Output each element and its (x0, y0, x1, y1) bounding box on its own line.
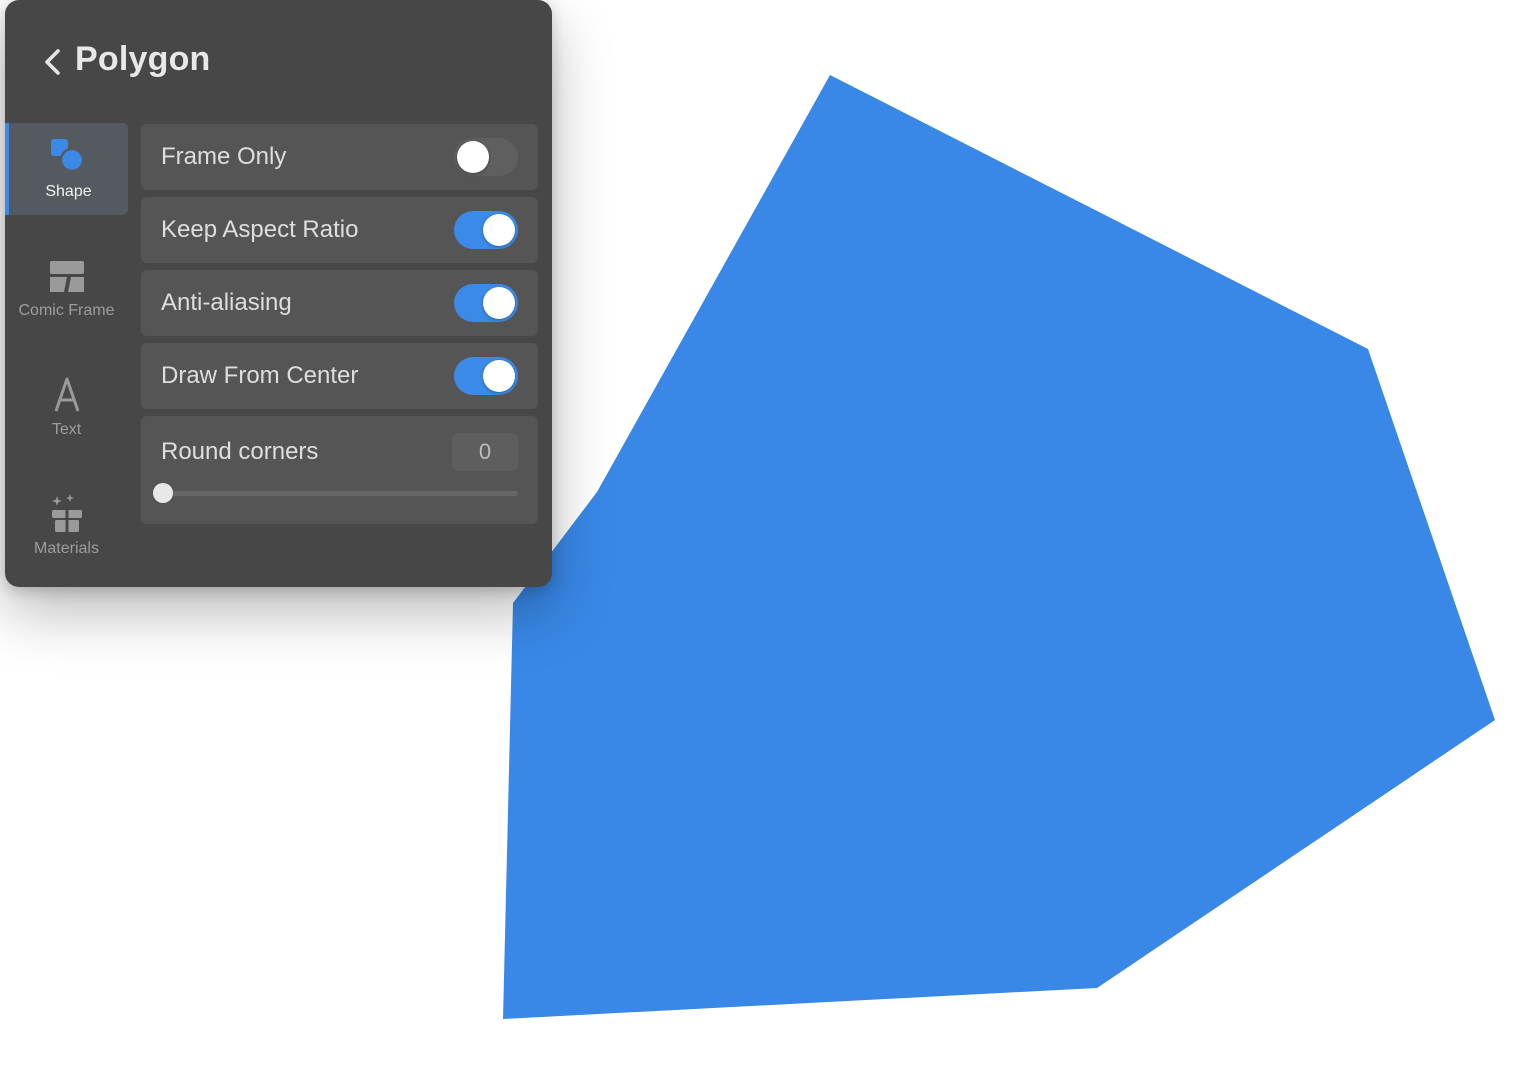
toggle-knob (483, 287, 515, 319)
anti-aliasing-label: Anti-aliasing (161, 289, 292, 316)
round-corners-row: Round corners 0 (141, 416, 538, 524)
keep-aspect-ratio-toggle[interactable] (454, 211, 518, 249)
back-button[interactable] (33, 40, 73, 84)
sidebar-item-label: Materials (34, 540, 99, 557)
frame-only-row: Frame Only (141, 124, 538, 190)
materials-icon (51, 494, 82, 532)
panel-header: Polygon (5, 0, 552, 120)
draw-from-center-row: Draw From Center (141, 343, 538, 409)
sidebar-item-label: Comic Frame (18, 302, 115, 319)
keep-aspect-ratio-label: Keep Aspect Ratio (161, 216, 359, 243)
round-corners-slider[interactable] (153, 483, 518, 503)
anti-aliasing-row: Anti-aliasing (141, 270, 538, 336)
sidebar-item-comic-frame[interactable]: Comic Frame (5, 242, 128, 334)
round-corners-value-field[interactable]: 0 (452, 433, 518, 471)
frame-only-label: Frame Only (161, 143, 287, 170)
frame-only-toggle[interactable] (454, 138, 518, 176)
comic-frame-icon (49, 261, 84, 292)
keep-aspect-ratio-row: Keep Aspect Ratio (141, 197, 538, 263)
sidebar-item-materials[interactable]: Materials (5, 480, 128, 572)
toggle-knob (483, 214, 515, 246)
toggle-knob (483, 360, 515, 392)
toggle-knob (457, 141, 489, 173)
sidebar-item-label: Text (51, 421, 82, 438)
sidebar-item-text[interactable]: Text (5, 361, 128, 453)
panel-sidebar: Shape Comic Frame Text Materials (5, 123, 128, 599)
draw-from-center-toggle[interactable] (454, 357, 518, 395)
anti-aliasing-toggle[interactable] (454, 284, 518, 322)
draw-from-center-label: Draw From Center (161, 362, 359, 389)
shape-icon (50, 139, 84, 173)
sidebar-item-shape[interactable]: Shape (5, 123, 128, 215)
chevron-left-icon (45, 49, 60, 75)
polygon-tool-panel: Polygon Shape Comic Frame Text Materials… (5, 0, 552, 587)
polygon-shape[interactable] (503, 75, 1495, 1019)
panel-title: Polygon (75, 40, 211, 78)
sidebar-item-label: Shape (45, 183, 92, 200)
round-corners-label: Round corners (161, 438, 319, 465)
text-icon (54, 377, 79, 412)
slider-thumb[interactable] (153, 483, 173, 503)
